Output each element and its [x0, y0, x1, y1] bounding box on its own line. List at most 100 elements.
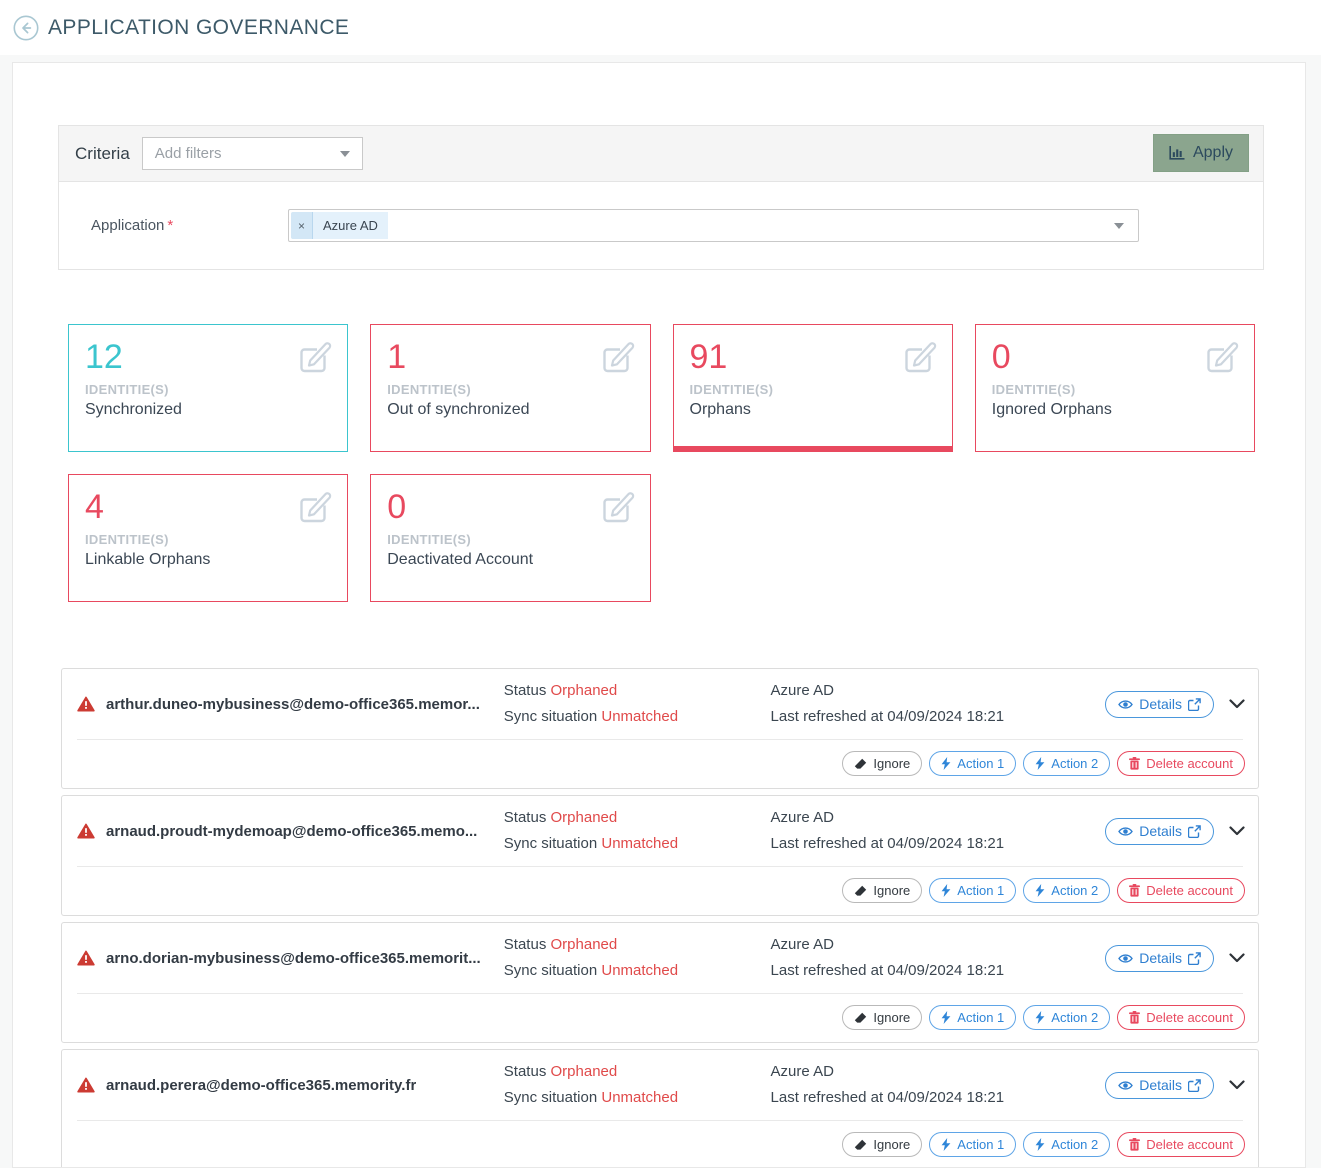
status-cell: Status Orphaned Sync situation Unmatched — [504, 1059, 771, 1111]
delete-account-button[interactable]: Delete account — [1117, 1005, 1245, 1030]
sync-value: Unmatched — [601, 1089, 678, 1106]
stat-card-deactivated-account[interactable]: 0 IDENTITIE(S) Deactivated Account — [370, 474, 650, 602]
stat-label: Out of synchronized — [387, 401, 633, 419]
stat-count: 12 — [85, 337, 331, 377]
trash-icon — [1129, 1138, 1140, 1151]
lightning-icon — [941, 884, 951, 897]
action1-button[interactable]: Action 1 — [929, 1132, 1016, 1157]
eraser-icon — [854, 758, 867, 770]
stat-count: 4 — [85, 487, 331, 527]
apply-button[interactable]: Apply — [1153, 134, 1249, 172]
ignore-button[interactable]: Ignore — [842, 1132, 922, 1157]
chevron-down-icon[interactable] — [1229, 953, 1245, 963]
application-tag: × Azure AD — [291, 212, 388, 239]
application-filter-row: Application* × Azure AD — [59, 182, 1263, 269]
chevron-down-icon — [1114, 223, 1124, 229]
lightning-icon — [941, 1138, 951, 1151]
stat-card-orphans[interactable]: 91 IDENTITIE(S) Orphans — [673, 324, 953, 452]
action2-button[interactable]: Action 2 — [1023, 751, 1110, 776]
stat-label: Deactivated Account — [387, 551, 633, 569]
stat-label: Ignored Orphans — [992, 401, 1238, 419]
status-value: Orphaned — [551, 682, 618, 699]
application-select[interactable]: × Azure AD — [288, 209, 1139, 242]
action1-button[interactable]: Action 1 — [929, 1005, 1016, 1030]
action2-button[interactable]: Action 2 — [1023, 1132, 1110, 1157]
account-email: arno.dorian-mybusiness@demo-office365.me… — [106, 950, 481, 967]
action2-button[interactable]: Action 2 — [1023, 1005, 1110, 1030]
eraser-icon — [854, 1139, 867, 1151]
details-button[interactable]: Details — [1105, 691, 1214, 718]
edit-icon[interactable] — [901, 340, 937, 378]
eye-icon — [1118, 826, 1133, 837]
stat-unit-label: IDENTITIE(S) — [387, 382, 633, 397]
status-value: Orphaned — [551, 936, 618, 953]
account-email: arnaud.perera@demo-office365.memority.fr — [106, 1077, 416, 1094]
edit-icon[interactable] — [599, 490, 635, 528]
main-panel: Criteria Add filters Apply App — [12, 62, 1306, 1168]
eye-icon — [1118, 953, 1133, 964]
edit-icon[interactable] — [1203, 340, 1239, 378]
page-header: APPLICATION GOVERNANCE — [0, 0, 1321, 55]
delete-account-button[interactable]: Delete account — [1117, 1132, 1245, 1157]
status-value: Orphaned — [551, 1063, 618, 1080]
stat-card-linkable-orphans[interactable]: 4 IDENTITIE(S) Linkable Orphans — [68, 474, 348, 602]
action2-button[interactable]: Action 2 — [1023, 878, 1110, 903]
account-row: arnaud.perera@demo-office365.memority.fr… — [61, 1049, 1259, 1168]
lightning-icon — [1035, 757, 1045, 770]
criteria-section: Criteria Add filters Apply App — [58, 125, 1264, 270]
eraser-icon — [854, 1012, 867, 1024]
back-icon[interactable] — [13, 15, 39, 41]
ignore-button[interactable]: Ignore — [842, 1005, 922, 1030]
details-button[interactable]: Details — [1105, 818, 1214, 845]
stat-card-out-of-synchronized[interactable]: 1 IDENTITIE(S) Out of synchronized — [370, 324, 650, 452]
warning-icon — [77, 823, 95, 839]
stat-count: 0 — [387, 487, 633, 527]
warning-icon — [77, 950, 95, 966]
status-cell: Status Orphaned Sync situation Unmatched — [504, 678, 771, 730]
warning-icon — [77, 1077, 95, 1093]
account-row: arthur.duneo-mybusiness@demo-office365.m… — [61, 668, 1259, 789]
application-name: Azure AD — [771, 1059, 1106, 1085]
add-filters-placeholder: Add filters — [155, 145, 222, 162]
lightning-icon — [1035, 884, 1045, 897]
ignore-button[interactable]: Ignore — [842, 878, 922, 903]
stat-unit-label: IDENTITIE(S) — [992, 382, 1238, 397]
ignore-button[interactable]: Ignore — [842, 751, 922, 776]
delete-account-button[interactable]: Delete account — [1117, 878, 1245, 903]
criteria-band: Criteria Add filters Apply — [59, 126, 1263, 182]
sync-value: Unmatched — [601, 962, 678, 979]
sync-value: Unmatched — [601, 835, 678, 852]
edit-icon[interactable] — [296, 340, 332, 378]
edit-icon[interactable] — [296, 490, 332, 528]
sync-value: Unmatched — [601, 708, 678, 725]
status-cell: Status Orphaned Sync situation Unmatched — [504, 932, 771, 984]
details-button[interactable]: Details — [1105, 1072, 1214, 1099]
action1-button[interactable]: Action 1 — [929, 751, 1016, 776]
eye-icon — [1118, 1080, 1133, 1091]
last-refreshed: Last refreshed at 04/09/2024 18:21 — [771, 1085, 1106, 1111]
stat-card-synchronized[interactable]: 12 IDENTITIE(S) Synchronized — [68, 324, 348, 452]
stat-card-ignored-orphans[interactable]: 0 IDENTITIE(S) Ignored Orphans — [975, 324, 1255, 452]
external-link-icon — [1188, 952, 1201, 965]
edit-icon[interactable] — [599, 340, 635, 378]
action1-button[interactable]: Action 1 — [929, 878, 1016, 903]
chevron-down-icon[interactable] — [1229, 699, 1245, 709]
delete-account-button[interactable]: Delete account — [1117, 751, 1245, 776]
chevron-down-icon[interactable] — [1229, 1080, 1245, 1090]
application-cell: Azure AD Last refreshed at 04/09/2024 18… — [771, 932, 1106, 984]
status-cell: Status Orphaned Sync situation Unmatched — [504, 805, 771, 857]
page-title: APPLICATION GOVERNANCE — [48, 16, 349, 40]
accounts-list: arthur.duneo-mybusiness@demo-office365.m… — [61, 668, 1259, 1168]
warning-icon — [77, 696, 95, 712]
lightning-icon — [941, 1011, 951, 1024]
account-email: arthur.duneo-mybusiness@demo-office365.m… — [106, 696, 480, 713]
account-row: arnaud.proudt-mydemoap@demo-office365.me… — [61, 795, 1259, 916]
last-refreshed: Last refreshed at 04/09/2024 18:21 — [771, 704, 1106, 730]
external-link-icon — [1188, 825, 1201, 838]
lightning-icon — [941, 757, 951, 770]
details-button[interactable]: Details — [1105, 945, 1214, 972]
application-name: Azure AD — [771, 678, 1106, 704]
add-filters-select[interactable]: Add filters — [142, 137, 363, 170]
chevron-down-icon[interactable] — [1229, 826, 1245, 836]
tag-remove-icon[interactable]: × — [291, 212, 313, 239]
